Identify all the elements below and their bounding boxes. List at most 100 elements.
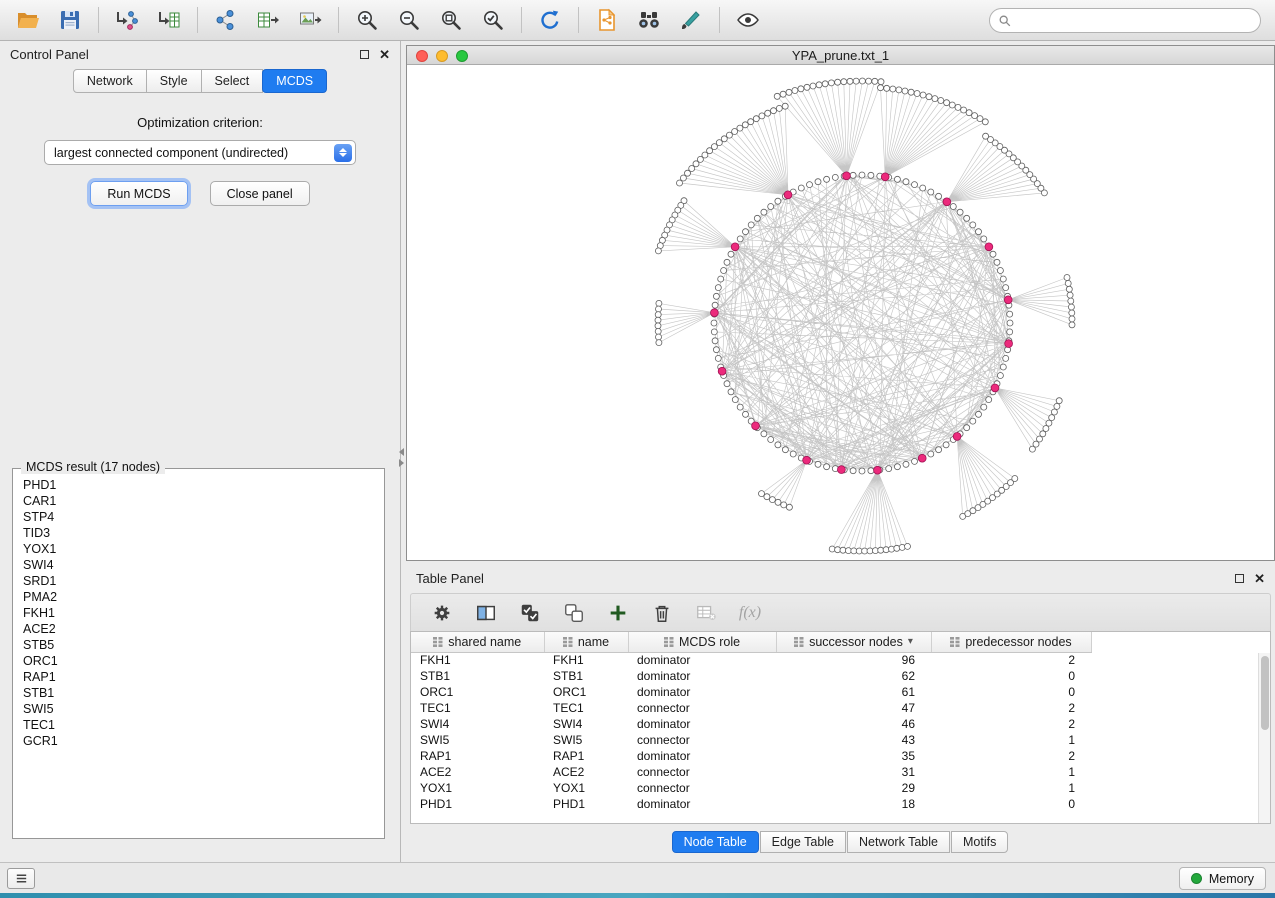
network-node[interactable]	[737, 404, 743, 410]
network-node[interactable]	[715, 285, 721, 291]
network-node[interactable]	[868, 172, 874, 178]
zoom-selected-button[interactable]	[473, 4, 513, 36]
mcds-result-item[interactable]: TEC1	[23, 717, 374, 733]
share-document-button[interactable]	[587, 4, 627, 36]
network-node[interactable]	[1049, 415, 1055, 421]
status-menu-button[interactable]	[7, 868, 35, 889]
network-node[interactable]	[936, 447, 942, 453]
network-node[interactable]	[912, 458, 918, 464]
network-node[interactable]	[782, 447, 788, 453]
network-node[interactable]	[776, 105, 782, 111]
network-window-titlebar[interactable]: YPA_prune.txt_1	[407, 46, 1274, 65]
network-dominator-node[interactable]	[838, 466, 846, 474]
network-node[interactable]	[850, 172, 856, 178]
mcds-result-item[interactable]: SWI4	[23, 557, 374, 573]
mcds-result-item[interactable]: STP4	[23, 509, 374, 525]
float-table-panel-icon[interactable]	[1235, 574, 1244, 583]
network-node[interactable]	[936, 193, 942, 199]
network-node[interactable]	[765, 110, 771, 116]
export-network-button[interactable]	[206, 4, 246, 36]
network-node[interactable]	[868, 468, 874, 474]
save-session-button[interactable]	[50, 4, 90, 36]
network-dominator-node[interactable]	[718, 367, 726, 375]
network-node[interactable]	[928, 451, 934, 457]
network-node[interactable]	[655, 312, 661, 318]
mcds-result-item[interactable]: RAP1	[23, 669, 374, 685]
network-canvas[interactable]	[407, 65, 1274, 560]
network-node[interactable]	[1007, 320, 1013, 326]
network-node[interactable]	[986, 397, 992, 403]
network-node[interactable]	[966, 110, 972, 116]
network-node[interactable]	[693, 161, 699, 167]
maximize-window-icon[interactable]	[456, 50, 468, 62]
network-node[interactable]	[743, 229, 749, 235]
mcds-result-item[interactable]: SWI5	[23, 701, 374, 717]
network-node[interactable]	[1069, 322, 1075, 328]
tab-select[interactable]: Select	[201, 69, 264, 93]
run-mcds-button[interactable]: Run MCDS	[90, 181, 187, 206]
network-node[interactable]	[713, 293, 719, 299]
network-node[interactable]	[798, 86, 804, 92]
network-node[interactable]	[983, 133, 989, 139]
network-node[interactable]	[711, 320, 717, 326]
network-node[interactable]	[732, 129, 738, 135]
table-scrollbar-thumb[interactable]	[1261, 656, 1269, 730]
find-button[interactable]	[629, 4, 669, 36]
network-node[interactable]	[782, 103, 788, 109]
network-node[interactable]	[656, 300, 662, 306]
network-node[interactable]	[1000, 276, 1006, 282]
table-row[interactable]: FKH1FKH1dominator962	[411, 652, 1091, 668]
network-node[interactable]	[815, 461, 821, 467]
network-node[interactable]	[680, 175, 686, 181]
network-node[interactable]	[748, 222, 754, 228]
column-header-successor-nodes[interactable]: successor nodes▾	[776, 632, 931, 652]
network-node[interactable]	[981, 236, 987, 242]
network-dominator-node[interactable]	[731, 243, 739, 251]
network-node[interactable]	[1067, 292, 1073, 298]
network-dominator-node[interactable]	[803, 456, 811, 464]
network-node[interactable]	[748, 119, 754, 125]
network-node[interactable]	[938, 98, 944, 104]
network-node[interactable]	[990, 251, 996, 257]
column-header-name[interactable]: name	[544, 632, 628, 652]
network-node[interactable]	[655, 328, 661, 334]
table-row[interactable]: RAP1RAP1dominator352	[411, 748, 1091, 764]
zoom-fit-button[interactable]	[431, 4, 471, 36]
mcds-result-item[interactable]: TID3	[23, 525, 374, 541]
network-node[interactable]	[896, 87, 902, 93]
mcds-result-item[interactable]: STB5	[23, 637, 374, 653]
network-node[interactable]	[1069, 310, 1075, 316]
network-node[interactable]	[902, 88, 908, 94]
mcds-result-item[interactable]: ACE2	[23, 621, 374, 637]
table-row[interactable]: YOX1YOX1connector291	[411, 780, 1091, 796]
export-table-button[interactable]	[248, 4, 288, 36]
network-dominator-node[interactable]	[1005, 340, 1013, 348]
network-node[interactable]	[655, 248, 661, 254]
network-node[interactable]	[912, 182, 918, 188]
close-table-panel-icon[interactable]: ✕	[1254, 572, 1265, 585]
network-node[interactable]	[964, 425, 970, 431]
zoom-out-button[interactable]	[389, 4, 429, 36]
mcds-result-item[interactable]: SRD1	[23, 573, 374, 589]
network-node[interactable]	[903, 179, 909, 185]
network-node[interactable]	[718, 276, 724, 282]
network-node[interactable]	[997, 373, 1003, 379]
network-node[interactable]	[715, 355, 721, 361]
close-panel-icon[interactable]: ✕	[379, 48, 390, 61]
tab-network[interactable]: Network	[73, 69, 147, 93]
float-panel-icon[interactable]	[360, 50, 369, 59]
network-node[interactable]	[920, 185, 926, 191]
network-node[interactable]	[928, 189, 934, 195]
network-node[interactable]	[894, 464, 900, 470]
network-node[interactable]	[997, 268, 1003, 274]
network-node[interactable]	[970, 222, 976, 228]
close-window-icon[interactable]	[416, 50, 428, 62]
network-node[interactable]	[1003, 355, 1009, 361]
network-node[interactable]	[764, 494, 770, 500]
network-node[interactable]	[872, 78, 878, 84]
table-row[interactable]: ORC1ORC1dominator610	[411, 684, 1091, 700]
network-node[interactable]	[713, 347, 719, 353]
network-node[interactable]	[774, 93, 780, 99]
network-node[interactable]	[926, 94, 932, 100]
network-node[interactable]	[775, 198, 781, 204]
